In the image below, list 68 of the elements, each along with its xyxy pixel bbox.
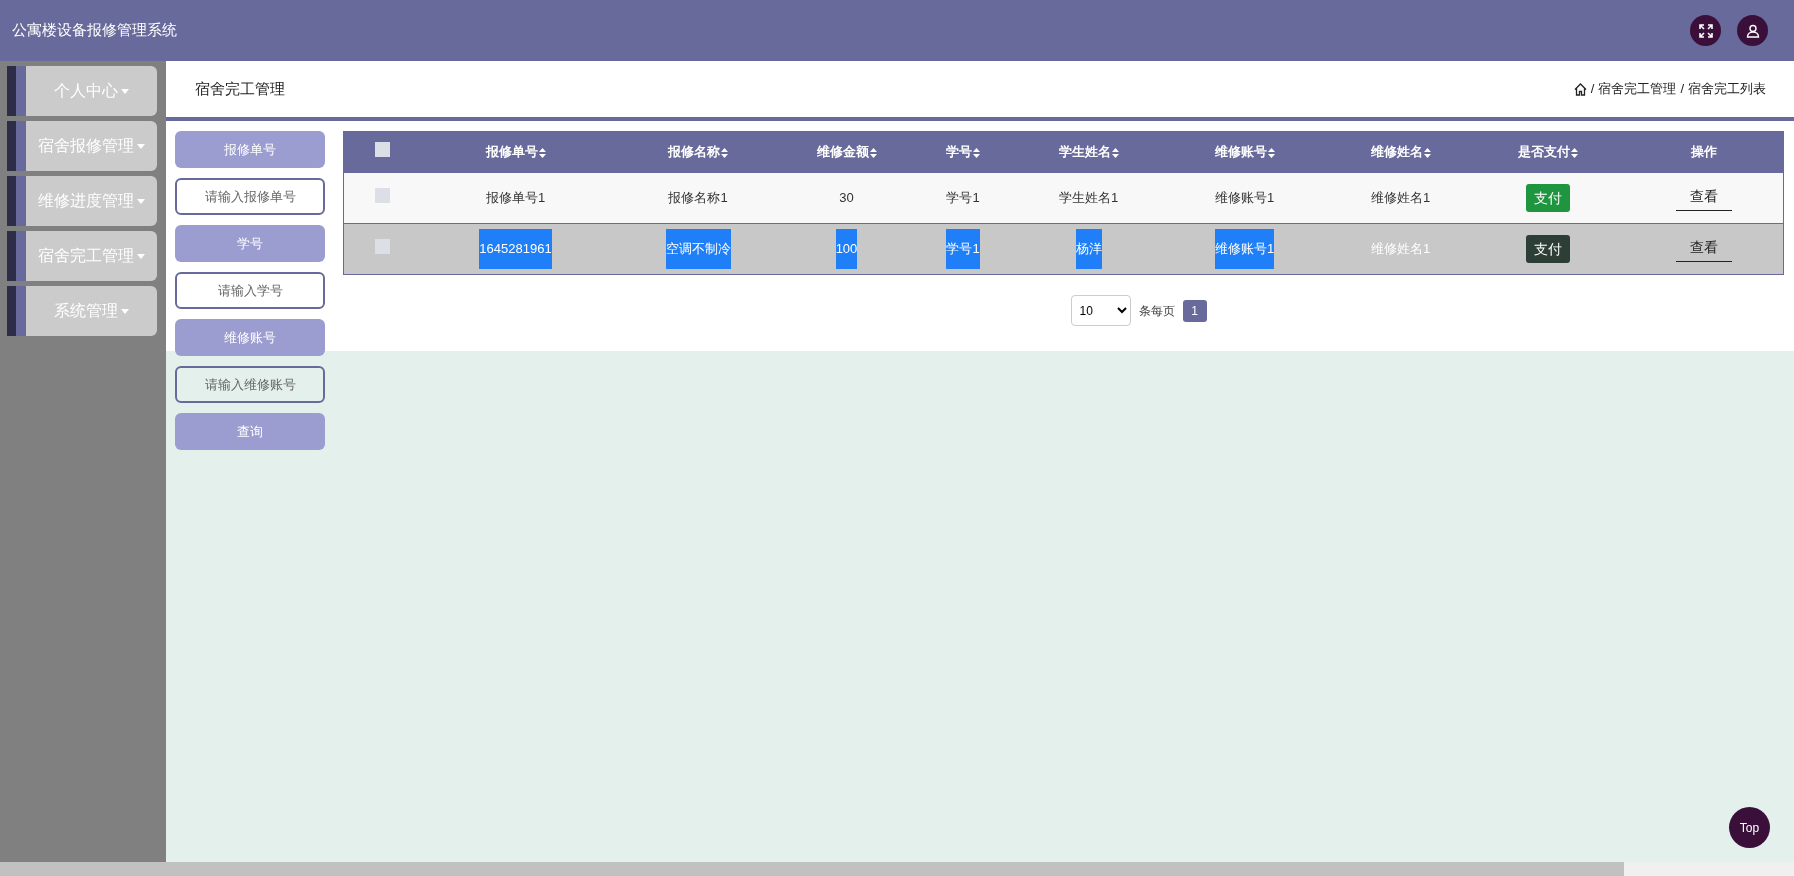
column-header[interactable]: 报修单号 <box>485 144 546 160</box>
column-header[interactable]: 学号 <box>946 144 980 160</box>
horizontal-scrollbar[interactable] <box>0 862 1794 876</box>
breadcrumb-link[interactable]: 宿舍完工管理 <box>1598 79 1677 99</box>
table-cell-text: 报修名称1 <box>668 189 728 208</box>
search-field[interactable]: 请输入维修账号 <box>175 366 325 403</box>
fullscreen-icon[interactable] <box>1690 15 1721 46</box>
accent-stripe <box>7 66 26 116</box>
search-field[interactable]: 请输入报修单号 <box>175 178 325 215</box>
table-cell-text: 维修姓名1 <box>1370 189 1431 208</box>
pay-button[interactable]: 支付 <box>1526 184 1570 212</box>
table-row[interactable]: 报修单号1 报修名称1 30 学号1 学生姓名1 维修账号1 维修姓名1 支付 查看 <box>343 172 1784 224</box>
sort-icon[interactable] <box>1267 147 1275 158</box>
caret-icon <box>137 198 145 204</box>
view-button[interactable]: 查看 <box>1676 185 1733 211</box>
column-header[interactable]: 学生姓名 <box>1058 144 1119 160</box>
pay-button[interactable]: 支付 <box>1526 235 1570 263</box>
table-cell-text: 维修账号1 <box>1214 189 1275 208</box>
sort-icon[interactable] <box>1423 147 1431 158</box>
page-size-label: 条每页 <box>1138 302 1175 320</box>
page-title: 宿舍完工管理 <box>195 78 285 99</box>
column-header[interactable]: 操作 <box>1691 144 1718 160</box>
sort-icon[interactable] <box>1111 147 1119 158</box>
view-button[interactable]: 查看 <box>1676 236 1733 262</box>
accent-stripe <box>7 121 26 171</box>
caret-icon <box>121 88 129 94</box>
search-button[interactable]: 查询 <box>175 413 325 450</box>
page-button[interactable]: 1 <box>1182 299 1207 322</box>
field-label: 学号 <box>175 225 325 262</box>
breadcrumb-link[interactable]: 宿舍完工列表 <box>1688 79 1766 99</box>
column-header[interactable]: 报修名称 <box>668 144 728 160</box>
column-header[interactable]: 维修账号 <box>1214 144 1275 160</box>
field-label: 报修单号 <box>175 131 325 168</box>
table-cell: 空调不制冷 <box>665 229 731 269</box>
table-cell-text: 30 <box>839 189 854 208</box>
caret-icon <box>121 308 129 314</box>
table-cell-text: 学生姓名1 <box>1058 189 1119 208</box>
table-cell-text: 学号1 <box>946 189 980 208</box>
accent-stripe <box>7 176 26 226</box>
sort-icon[interactable] <box>1571 147 1578 158</box>
search-field[interactable]: 请输入学号 <box>175 272 325 309</box>
user-icon[interactable] <box>1737 15 1768 46</box>
column-header[interactable]: 是否支付 <box>1518 144 1578 160</box>
table-cell: 1645281961 <box>479 229 552 269</box>
sort-icon[interactable] <box>973 147 980 158</box>
table-cell: 学号1 <box>946 229 980 269</box>
checkbox[interactable] <box>374 141 390 157</box>
app-title: 公寓楼设备报修管理系统 <box>12 20 177 41</box>
accent-stripe <box>7 286 26 336</box>
breadcrumb-separator: / <box>1680 80 1684 99</box>
table-cell: 100 <box>835 229 858 269</box>
sort-icon[interactable] <box>538 147 546 158</box>
caret-icon <box>137 253 145 259</box>
caret-icon <box>137 143 145 149</box>
checkbox[interactable] <box>374 187 390 203</box>
table-cell-text: 报修单号1 <box>485 189 546 208</box>
breadcrumb-separator: / <box>1590 80 1595 99</box>
column-header[interactable]: 维修姓名 <box>1370 144 1431 160</box>
sort-icon[interactable] <box>869 147 877 158</box>
page-size-select[interactable]: 10 <box>1070 295 1131 326</box>
field-label: 维修账号 <box>175 319 325 356</box>
home-icon[interactable] <box>1573 82 1587 96</box>
sort-icon[interactable] <box>721 147 728 158</box>
table-cell: 维修账号1 <box>1214 229 1275 269</box>
table-cell: 杨洋 <box>1075 229 1102 269</box>
column-header[interactable]: 维修金额 <box>816 144 877 160</box>
accent-stripe <box>7 231 26 281</box>
checkbox[interactable] <box>374 238 390 254</box>
